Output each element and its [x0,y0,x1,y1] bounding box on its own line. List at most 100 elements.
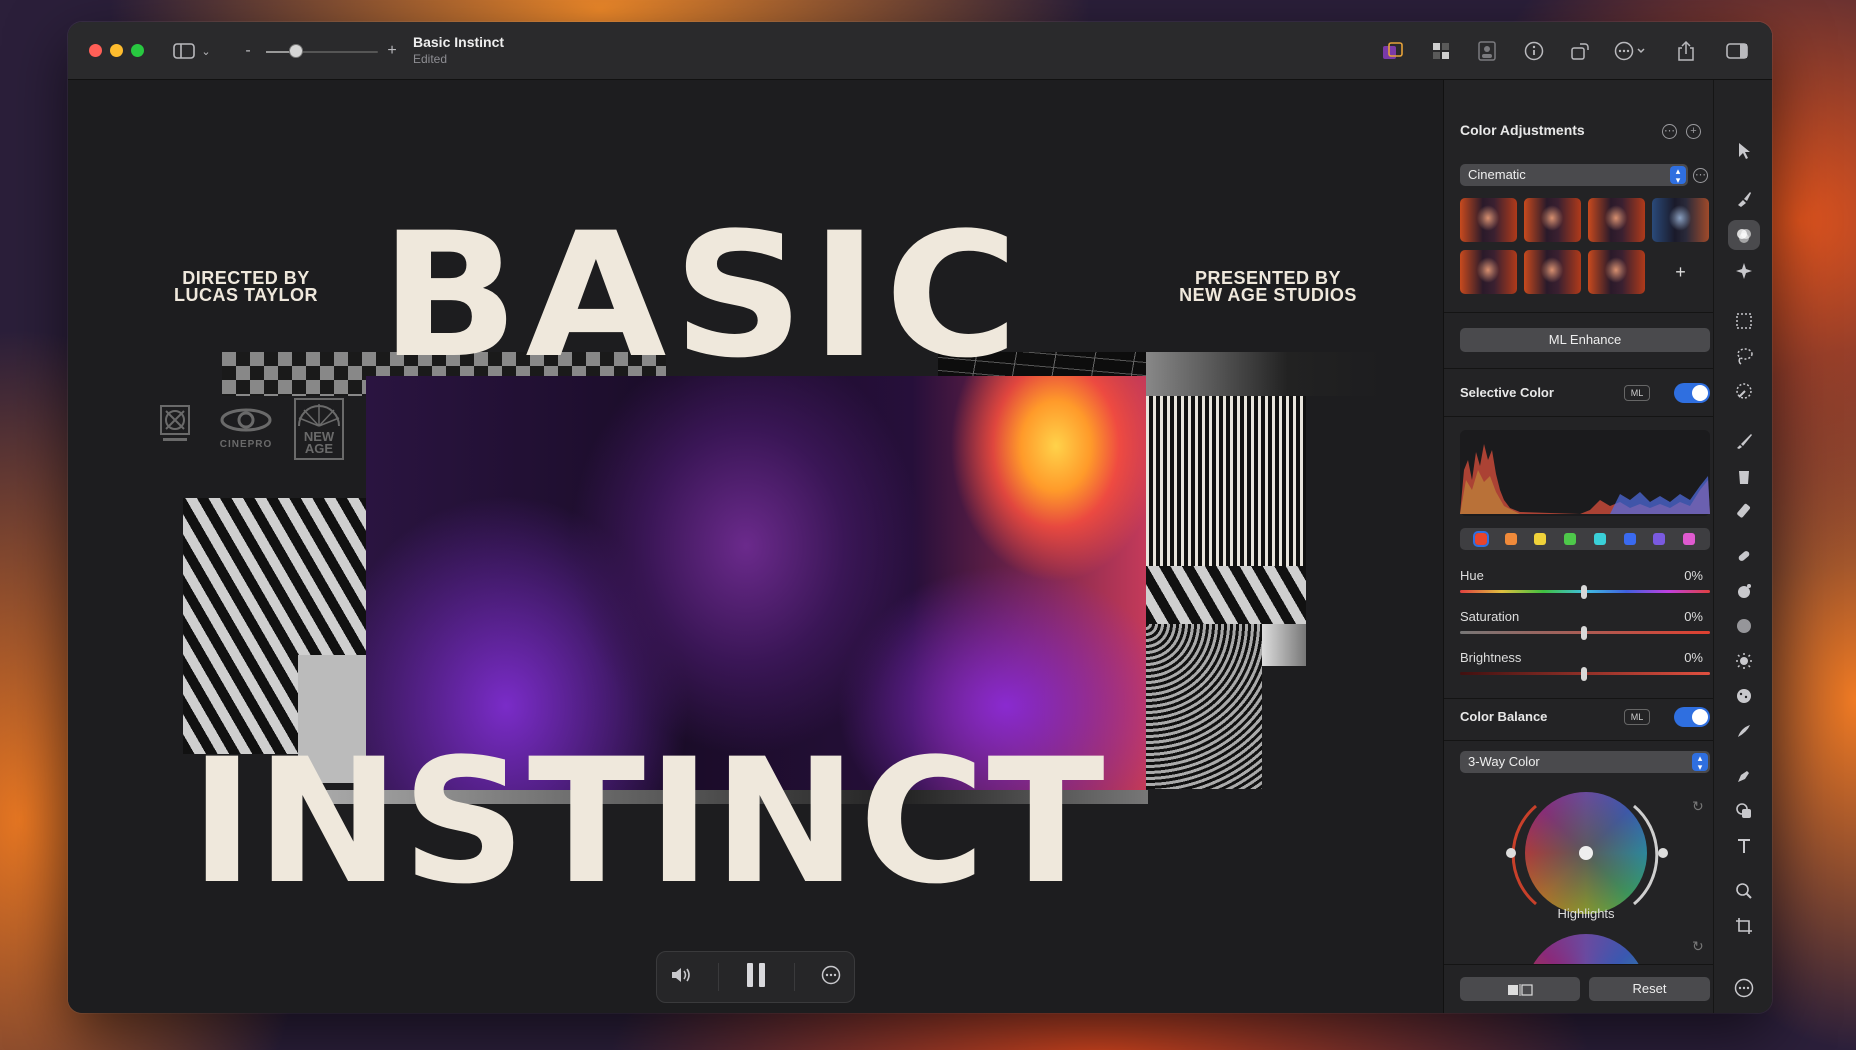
zoom-slider-knob[interactable] [289,44,304,58]
add-preset-button[interactable]: + [1652,250,1709,294]
chevron-down-icon[interactable]: ⌄ [199,39,213,63]
color-swatch[interactable] [1504,533,1517,545]
rect-select-icon[interactable] [1732,310,1756,332]
pen-icon[interactable] [1732,765,1756,787]
preset-thumbnail[interactable] [1652,198,1709,242]
preset-thumbnail[interactable] [1460,250,1517,294]
director-credit-line2: LUCAS TAYLOR [173,285,318,305]
color-adjustments-panel: Color Adjustments ⋯ + Cinematic ▴ ▾ ⋯ + M… [1443,80,1714,1013]
blur-icon[interactable] [1732,615,1756,637]
zoom-out-button[interactable]: - [242,39,254,63]
bucket-icon[interactable] [1732,465,1756,487]
color-balance-mode-select[interactable]: 3-Way Color ▴ ▾ [1460,751,1710,773]
selective-color-toggle[interactable] [1674,383,1710,403]
effects-star-icon[interactable] [1732,260,1756,282]
document-title: Basic Instinct [413,34,505,50]
text-icon[interactable] [1732,835,1756,857]
preset-select[interactable]: Cinematic ▴ ▾ [1460,164,1688,186]
director-credit: DIRECTED BY LUCAS TAYLOR [156,269,336,305]
reset-wheel-icon[interactable]: ↻ [1692,938,1704,955]
zoom-window-button[interactable] [131,44,144,57]
reset-button[interactable]: Reset [1589,977,1710,1001]
divider [1444,964,1714,965]
color-swatch[interactable] [1593,533,1606,545]
more-tools-icon[interactable] [1732,977,1756,999]
editor-canvas[interactable]: CINEPRO NEW AGE BASIC INSTINCT DIRECTED … [68,80,1443,1013]
brush-icon[interactable] [1732,430,1756,452]
panel-add-icon[interactable]: + [1686,124,1701,139]
color-swatch[interactable] [1623,533,1636,545]
share-icon[interactable] [1674,39,1698,63]
panel-options-icon[interactable]: ⋯ [1662,124,1677,139]
wheel-right-handle[interactable] [1658,848,1668,858]
zoom-in-button[interactable]: + [386,39,398,63]
arrow-icon[interactable] [1732,140,1756,162]
color-swatch[interactable] [1683,533,1696,545]
pause-icon[interactable] [745,961,767,994]
color-swatch[interactable] [1534,533,1547,545]
magnifier-icon[interactable] [1732,880,1756,902]
preset-options-icon[interactable]: ⋯ [1693,168,1708,183]
smudge-icon[interactable] [1732,720,1756,742]
wheel-label: Highlights [1557,906,1615,921]
more-menu-icon[interactable] [1613,39,1649,63]
select-chevron-icon: ▴ ▾ [1692,753,1708,772]
retouch-icon[interactable] [1732,545,1756,567]
grey-square-graphic [1262,624,1306,666]
close-window-button[interactable] [89,44,102,57]
compare-toggle-button[interactable] [1460,977,1580,1001]
color-swatch[interactable] [1472,531,1489,547]
poster-title-bottom: INSTINCT [190,721,1107,922]
lighten-icon[interactable] [1732,650,1756,672]
midtones-wheel-partial[interactable] [1525,934,1647,964]
rotate-icon[interactable] [1568,39,1592,63]
playback-controls [656,951,855,1003]
divider [1444,740,1714,741]
wave-pattern-graphic [1146,624,1262,789]
eraser-icon[interactable] [1732,500,1756,522]
gradient-bar-graphic [1146,352,1382,396]
ml-badge[interactable]: ML [1624,709,1650,725]
playback-more-icon[interactable] [821,965,841,990]
preset-thumbnail[interactable] [1460,198,1517,242]
zoom-slider-track[interactable] [266,51,378,53]
saturation-slider-knob[interactable] [1581,626,1587,640]
app-window: ⌄ - + Basic Instinct Edited CINEPRO NEW … [68,22,1772,1013]
color-swatch[interactable] [1564,533,1577,545]
mosaic-icon[interactable] [1429,39,1453,63]
color-balance-toggle[interactable] [1674,707,1710,727]
volume-icon[interactable] [670,966,692,989]
wheel-left-handle[interactable] [1506,848,1516,858]
magic-select-icon[interactable] [1732,380,1756,402]
compare-view-icon[interactable] [1380,39,1406,63]
minimize-window-button[interactable] [110,44,123,57]
document-status: Edited [413,52,448,66]
sponge-icon[interactable] [1732,685,1756,707]
clone-icon[interactable] [1732,580,1756,602]
preset-thumbnail[interactable] [1588,198,1645,242]
lasso-icon[interactable] [1732,345,1756,367]
preset-thumbnail[interactable] [1524,198,1581,242]
sidebar-toggle-icon[interactable] [172,39,196,63]
inspector-toggle-icon[interactable] [1724,39,1750,63]
paint-brush-icon[interactable] [1732,188,1756,210]
crop-icon[interactable] [1732,915,1756,937]
wheel-center-handle[interactable] [1579,846,1593,860]
reset-wheel-icon[interactable]: ↻ [1692,798,1704,815]
divider [1444,368,1714,369]
brightness-slider-knob[interactable] [1581,667,1587,681]
hue-value: 0% [1684,568,1703,583]
color-adjustments-icon[interactable] [1728,220,1760,250]
portrait-icon[interactable] [1475,39,1499,63]
hue-slider-knob[interactable] [1581,585,1587,599]
preset-thumbnail[interactable] [1524,250,1581,294]
ml-enhance-button[interactable]: ML Enhance [1460,328,1710,352]
saturation-label: Saturation [1460,609,1520,624]
info-icon[interactable] [1522,39,1546,63]
color-swatch[interactable] [1653,533,1666,545]
preset-thumbnail[interactable] [1588,250,1645,294]
preset-select-value: Cinematic [1468,167,1526,182]
shapes-icon[interactable] [1732,800,1756,822]
title-bar: ⌄ - + Basic Instinct Edited [68,22,1772,80]
ml-badge[interactable]: ML [1624,385,1650,401]
